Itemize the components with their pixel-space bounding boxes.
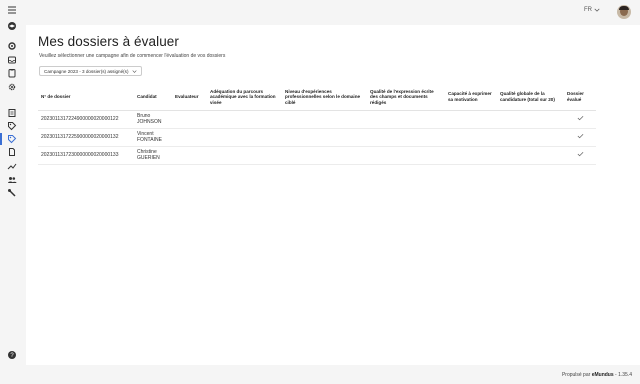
table-row[interactable]: 2023011317224900000020000122 Bruno JOHNS… (38, 110, 596, 129)
check-icon (577, 115, 583, 121)
file-number: 2023011317225900000020000132 (38, 128, 134, 147)
page-subtitle: Veuillez sélectionner une campagne afin … (39, 53, 226, 59)
criterion-cell (445, 146, 497, 165)
clipboard-icon[interactable] (6, 67, 18, 79)
avatar[interactable] (617, 5, 631, 19)
footer-version: - 1.35.4 (615, 372, 632, 378)
criterion-cell (445, 110, 497, 129)
candidate-name: Christine GUERIEN (134, 146, 172, 165)
candidate-name: Vincent FONTAINE (134, 128, 172, 147)
files-table: N° de dossier Candidat Evaluateur Adéqua… (38, 84, 596, 165)
campaign-select-value: Campagne 2023 - 3 dossier(s) assigné(s) (44, 68, 129, 74)
criterion-cell (282, 110, 367, 129)
criterion-cell (367, 110, 445, 129)
sidebar: ? (0, 0, 24, 384)
sidebar-active-indicator (0, 133, 2, 145)
users-icon[interactable] (6, 174, 18, 186)
check-icon (577, 151, 583, 157)
file-icon[interactable] (6, 146, 18, 158)
evaluated-cell (564, 128, 596, 147)
main-content: Mes dossiers à évaluer Veuillez sélectio… (26, 25, 640, 365)
footer: Propulsé par eMundus - 1.35.4 (562, 372, 632, 378)
tag-icon[interactable] (6, 133, 18, 145)
criterion-cell (207, 110, 282, 129)
page-title: Mes dossiers à évaluer (38, 34, 180, 49)
evaluated-cell (564, 110, 596, 129)
evaluated-cell (564, 146, 596, 165)
check-icon (577, 133, 583, 139)
footer-brand[interactable]: eMundus (592, 372, 614, 378)
evaluator-cell (172, 146, 207, 165)
gear-icon[interactable] (6, 40, 18, 52)
total-cell (497, 110, 564, 129)
evaluator-cell (172, 110, 207, 129)
column-header-candidate[interactable]: Candidat (134, 84, 172, 111)
file-number: 2023011317224900000020000122 (38, 110, 134, 129)
column-header-criterion[interactable]: Capacité à exprimer sa motivation (445, 84, 497, 111)
settings-icon[interactable] (6, 81, 18, 93)
criterion-cell (282, 146, 367, 165)
footer-prefix: Propulsé par (561, 372, 591, 378)
column-header-file[interactable]: N° de dossier (38, 84, 134, 111)
criterion-cell (367, 128, 445, 147)
menu-icon[interactable] (6, 4, 18, 16)
criterion-cell (282, 128, 367, 147)
criterion-cell (207, 128, 282, 147)
language-selector[interactable]: FR (584, 7, 600, 13)
help-icon[interactable]: ? (6, 349, 18, 361)
file-number: 2023011317230000000020000133 (38, 146, 134, 165)
tools-icon[interactable] (6, 187, 18, 199)
criterion-cell (445, 128, 497, 147)
chevron-down-icon (594, 8, 600, 12)
document-icon[interactable] (6, 107, 18, 119)
column-header-criterion[interactable]: Adéquation du parcours académique avec l… (207, 84, 282, 111)
criterion-cell (207, 146, 282, 165)
total-cell (497, 146, 564, 165)
column-header-criterion[interactable]: Niveau d'expériences professionnelles se… (282, 84, 367, 111)
inbox-icon[interactable] (6, 54, 18, 66)
chevron-down-icon (132, 69, 137, 73)
criterion-cell (367, 146, 445, 165)
campaign-select[interactable]: Campagne 2023 - 3 dossier(s) assigné(s) (39, 66, 142, 76)
total-cell (497, 128, 564, 147)
column-header-evaluated[interactable]: Dossier évalué (564, 84, 596, 111)
column-header-criterion[interactable]: Qualité de l'expression écrite des champ… (367, 84, 445, 111)
tag-icon[interactable] (6, 120, 18, 132)
table-row[interactable]: 2023011317225900000020000132 Vincent FON… (38, 128, 596, 147)
evaluator-cell (172, 128, 207, 147)
table-row[interactable]: 2023011317230000000020000133 Christine G… (38, 146, 596, 165)
table-header-row: N° de dossier Candidat Evaluateur Adéqua… (38, 84, 596, 111)
language-label: FR (584, 7, 592, 13)
candidate-name: Bruno JOHNSON (134, 110, 172, 129)
column-header-evaluator[interactable]: Evaluateur (172, 84, 207, 111)
graduation-cap-icon[interactable] (6, 20, 18, 32)
column-header-total[interactable]: Qualité globale de la candidature (total… (497, 84, 564, 111)
top-bar: FR (24, 0, 640, 24)
chart-line-icon[interactable] (6, 160, 18, 172)
